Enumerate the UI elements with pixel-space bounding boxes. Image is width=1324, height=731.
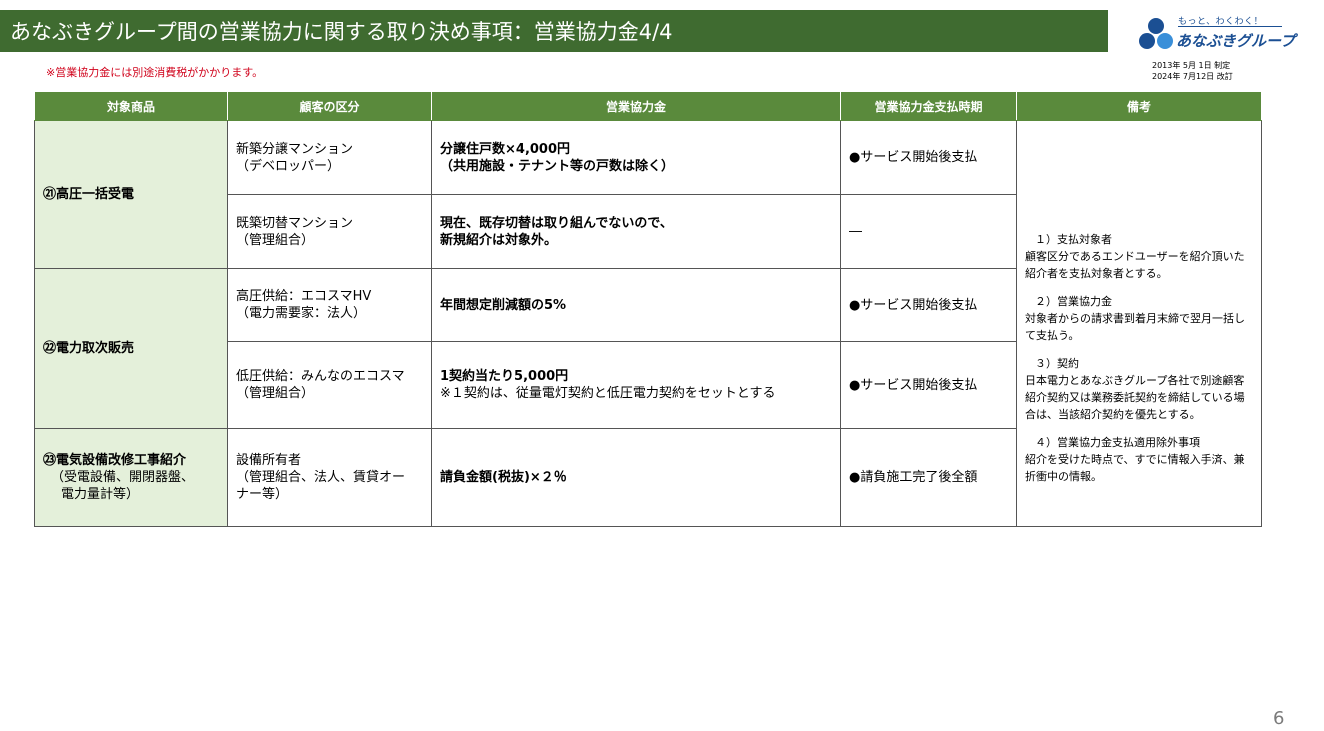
remarks-item: ２）営業協力金 対象者からの請求書到着月末締で翌月一括して支払う。 bbox=[1025, 293, 1253, 344]
remarks-cell: １）支払対象者 顧客区分であるエンドユーザーを紹介頂いた紹介者を支払対象者とする… bbox=[1016, 120, 1262, 527]
title-bar: あなぶきグループ間の営業協力に関する取り決め事項：営業協力金4/4 bbox=[0, 10, 1108, 52]
remarks-list: １）支払対象者 顧客区分であるエンドユーザーを紹介頂いた紹介者を支払対象者とする… bbox=[1025, 231, 1253, 485]
remarks-body: 日本電力とあなぶきグループ各社で別途顧客紹介契約又は業務委託契約を締結している場… bbox=[1025, 374, 1245, 421]
remarks-heading: ３）契約 bbox=[1035, 357, 1079, 370]
sales-cooperation-table: 対象商品 顧客の区分 営業協力金 営業協力金支払時期 備考 ㉑高圧一括受電 新築… bbox=[34, 92, 1262, 527]
tax-note: ※営業協力金には別途消費税がかかります。 bbox=[46, 66, 264, 79]
customer-line: （管理組合） bbox=[236, 232, 315, 248]
customer-cell: 既築切替マンション （管理組合） bbox=[227, 194, 432, 269]
remarks-item: ３）契約 日本電力とあなぶきグループ各社で別途顧客紹介契約又は業務委託契約を締結… bbox=[1025, 355, 1253, 423]
fee-line: 新規紹介は対象外。 bbox=[440, 232, 558, 248]
fee-line: 現在、既存切替は取り組んでないので、 bbox=[440, 215, 673, 231]
timing-cell: ●請負施工完了後全額 bbox=[840, 428, 1017, 527]
revision-dates: 2013年 5月 1日 制定 2024年 7月12日 改訂 bbox=[1152, 60, 1233, 82]
product-name: ㉑高圧一括受電 bbox=[43, 187, 135, 202]
remarks-heading: ２）営業協力金 bbox=[1035, 295, 1112, 308]
slide: あなぶきグループ間の営業協力に関する取り決め事項：営業協力金4/4 もっと、わく… bbox=[0, 0, 1324, 731]
fee-line: 分譲住戸数×4,000円 bbox=[440, 141, 571, 157]
logo-divider bbox=[1178, 26, 1282, 27]
header-product: 対象商品 bbox=[34, 92, 228, 121]
remarks-heading: １）支払対象者 bbox=[1035, 233, 1112, 246]
remarks-body: 対象者からの請求書到着月末締で翌月一括して支払う。 bbox=[1025, 312, 1245, 342]
customer-cell: 低圧供給：みんなのエコスマ （管理組合） bbox=[227, 341, 432, 429]
customer-line: 低圧供給：みんなのエコスマ bbox=[236, 369, 405, 384]
customer-line: 既築切替マンション bbox=[236, 215, 354, 231]
product-name: ㉒電力取次販売 bbox=[43, 341, 135, 356]
customer-cell: 新築分譲マンション （デベロッパー） bbox=[227, 120, 432, 195]
logo-mark-icon bbox=[1139, 18, 1173, 49]
customer-cell: 設備所有者 （管理組合、法人、賃貸オー ナー等） bbox=[227, 428, 432, 527]
customer-line: （電力需要家：法人） bbox=[236, 306, 367, 321]
fee-cell: 年間想定削減額の5% bbox=[431, 268, 841, 342]
header-fee: 営業協力金 bbox=[431, 92, 841, 121]
product-detail: （受電設備、開閉器盤、 bbox=[51, 470, 195, 485]
fee-cell: 分譲住戸数×4,000円 （共用施設・テナント等の戸数は除く） bbox=[431, 120, 841, 195]
remarks-body: 顧客区分であるエンドユーザーを紹介頂いた紹介者を支払対象者とする。 bbox=[1025, 250, 1245, 280]
fee-cell: 現在、既存切替は取り組んでないので、 新規紹介は対象外。 bbox=[431, 194, 841, 269]
page-title: あなぶきグループ間の営業協力に関する取り決め事項：営業協力金4/4 bbox=[10, 20, 673, 44]
remarks-item: ４）営業協力金支払適用除外事項 紹介を受けた時点で、すでに情報入手済、兼折衝中の… bbox=[1025, 434, 1253, 485]
remarks-heading: ４）営業協力金支払適用除外事項 bbox=[1035, 436, 1200, 449]
logo-name: あなぶきグループ bbox=[1176, 32, 1296, 50]
remarks-item: １）支払対象者 顧客区分であるエンドユーザーを紹介頂いた紹介者を支払対象者とする… bbox=[1025, 231, 1253, 282]
fee-note: ※１契約は、従量電灯契約と低圧電力契約をセットとする bbox=[440, 386, 776, 401]
product-name: ㉓電気設備改修工事紹介 bbox=[43, 453, 187, 468]
product-cell: ㉓電気設備改修工事紹介 （受電設備、開閉器盤、 電力量計等） bbox=[34, 428, 228, 527]
table-row: ㉑高圧一括受電 新築分譲マンション （デベロッパー） 分譲住戸数×4,000円 … bbox=[34, 120, 1262, 527]
company-logo: もっと、わくわく！ あなぶきグループ bbox=[1138, 14, 1296, 52]
fee-cell: 1契約当たり5,000円 ※１契約は、従量電灯契約と低圧電力契約をセットとする bbox=[431, 341, 841, 429]
timing-cell: ●サービス開始後支払 bbox=[840, 120, 1017, 195]
remarks-body: 紹介を受けた時点で、すでに情報入手済、兼折衝中の情報。 bbox=[1025, 453, 1245, 483]
customer-line: ナー等） bbox=[236, 487, 289, 502]
customer-line: 設備所有者 bbox=[236, 453, 302, 468]
customer-line: 新築分譲マンション bbox=[236, 141, 354, 157]
fee-line: 1契約当たり5,000円 bbox=[440, 369, 569, 384]
fee-line: 請負金額(税抜)×２％ bbox=[440, 470, 567, 485]
fee-cell: 請負金額(税抜)×２％ bbox=[431, 428, 841, 527]
product-detail: 電力量計等） bbox=[61, 487, 140, 502]
customer-line: 高圧供給：エコスマHV bbox=[236, 289, 372, 304]
product-cell: ㉒電力取次販売 bbox=[34, 268, 228, 429]
timing-cell: ●サービス開始後支払 bbox=[840, 341, 1017, 429]
fee-line: （共用施設・テナント等の戸数は除く） bbox=[440, 158, 675, 174]
table-header-row: 対象商品 顧客の区分 営業協力金 営業協力金支払時期 備考 bbox=[34, 92, 1262, 121]
timing-cell: ●サービス開始後支払 bbox=[840, 268, 1017, 342]
header-remarks: 備考 bbox=[1016, 92, 1262, 121]
header-timing: 営業協力金支払時期 bbox=[840, 92, 1017, 121]
established-date: 2013年 5月 1日 制定 bbox=[1152, 61, 1231, 70]
fee-line: 年間想定削減額の5% bbox=[440, 297, 567, 313]
page-number: 6 bbox=[1273, 708, 1285, 729]
product-cell: ㉑高圧一括受電 bbox=[34, 120, 228, 269]
customer-cell: 高圧供給：エコスマHV （電力需要家：法人） bbox=[227, 268, 432, 342]
header-customer: 顧客の区分 bbox=[227, 92, 432, 121]
customer-line: （管理組合、法人、賃貸オー bbox=[236, 470, 406, 485]
customer-line: （デベロッパー） bbox=[236, 158, 341, 174]
timing-cell: ― bbox=[840, 194, 1017, 269]
customer-line: （管理組合） bbox=[236, 386, 315, 401]
revised-date: 2024年 7月12日 改訂 bbox=[1152, 72, 1233, 81]
